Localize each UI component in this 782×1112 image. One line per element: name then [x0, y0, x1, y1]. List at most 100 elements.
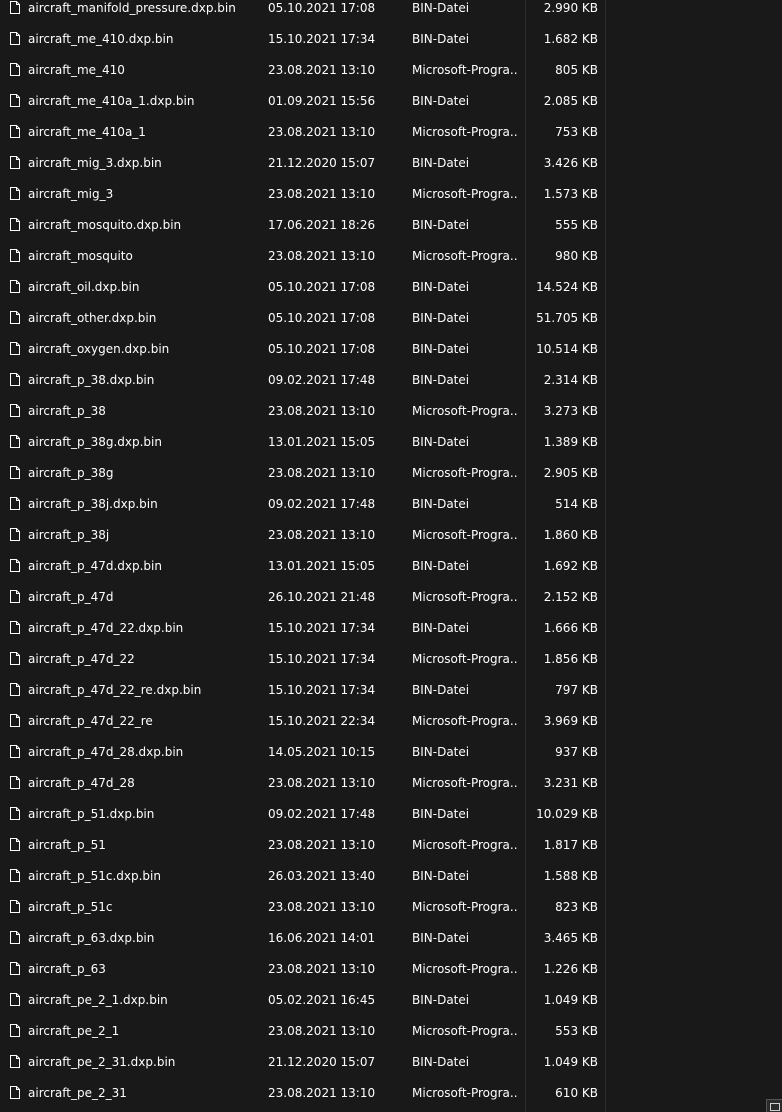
file-row[interactable]: aircraft_p_47d_28 23.08.2021 13:10 Micro… — [0, 771, 782, 802]
file-row[interactable]: aircraft_p_47d_22 15.10.2021 17:34 Micro… — [0, 647, 782, 678]
file-row[interactable]: aircraft_p_47d_28.dxp.bin 14.05.2021 10:… — [0, 740, 782, 771]
file-row[interactable]: aircraft_p_63 23.08.2021 13:10 Microsoft… — [0, 957, 782, 988]
file-icon — [10, 714, 20, 727]
file-type: BIN-Datei — [412, 32, 470, 46]
file-row[interactable]: aircraft_p_47d 26.10.2021 21:48 Microsof… — [0, 585, 782, 616]
file-size: 1.856 KB — [543, 652, 598, 666]
file-size: 2.085 KB — [543, 94, 598, 108]
file-row[interactable]: aircraft_pe_2_31 23.08.2021 13:10 Micros… — [0, 1081, 782, 1112]
file-date: 15.10.2021 17:34 — [268, 32, 376, 46]
file-size: 10.514 KB — [536, 342, 598, 356]
file-icon — [10, 807, 20, 820]
file-type: Microsoft-Progra... — [412, 652, 518, 666]
file-row[interactable]: aircraft_p_38 23.08.2021 13:10 Microsoft… — [0, 399, 782, 430]
file-size: 1.389 KB — [543, 435, 598, 449]
file-row[interactable]: aircraft_p_47d_22_re 15.10.2021 22:34 Mi… — [0, 709, 782, 740]
file-size: 1.682 KB — [543, 32, 598, 46]
file-icon — [10, 621, 20, 634]
file-icon — [10, 838, 20, 851]
file-icon — [10, 280, 20, 293]
file-date: 23.08.2021 13:10 — [268, 249, 376, 263]
file-icon — [10, 435, 20, 448]
file-name: aircraft_pe_2_1.dxp.bin — [28, 993, 168, 1007]
file-icon — [10, 156, 20, 169]
file-type: Microsoft-Progra... — [412, 187, 518, 201]
file-row[interactable]: aircraft_p_47d.dxp.bin 13.01.2021 15:05 … — [0, 554, 782, 585]
file-type: Microsoft-Progra... — [412, 249, 518, 263]
file-date: 05.10.2021 17:08 — [268, 280, 376, 294]
file-icon — [10, 404, 20, 417]
file-row[interactable]: aircraft_me_410a_1 23.08.2021 13:10 Micr… — [0, 120, 782, 151]
file-name: aircraft_pe_2_31.dxp.bin — [28, 1055, 176, 1069]
file-row[interactable]: aircraft_p_51 23.08.2021 13:10 Microsoft… — [0, 833, 782, 864]
file-icon — [10, 900, 20, 913]
file-row[interactable]: aircraft_p_38j.dxp.bin 09.02.2021 17:48 … — [0, 492, 782, 523]
file-size: 797 KB — [555, 683, 598, 697]
file-row[interactable]: aircraft_mosquito.dxp.bin 17.06.2021 18:… — [0, 213, 782, 244]
file-row[interactable]: aircraft_p_38g 23.08.2021 13:10 Microsof… — [0, 461, 782, 492]
file-date: 23.08.2021 13:10 — [268, 900, 376, 914]
file-name: aircraft_p_47d_22_re.dxp.bin — [28, 683, 202, 697]
file-size: 3.231 KB — [543, 776, 598, 790]
file-row[interactable]: aircraft_me_410 23.08.2021 13:10 Microso… — [0, 58, 782, 89]
file-name: aircraft_p_38 — [28, 404, 106, 418]
file-date: 23.08.2021 13:10 — [268, 1086, 376, 1100]
file-icon — [10, 63, 20, 76]
file-row[interactable]: aircraft_p_51c.dxp.bin 26.03.2021 13:40 … — [0, 864, 782, 895]
file-row[interactable]: aircraft_oxygen.dxp.bin 05.10.2021 17:08… — [0, 337, 782, 368]
file-date: 13.01.2021 15:05 — [268, 559, 376, 573]
file-name: aircraft_p_47d.dxp.bin — [28, 559, 162, 573]
file-row[interactable]: aircraft_p_47d_22.dxp.bin 15.10.2021 17:… — [0, 616, 782, 647]
file-date: 15.10.2021 17:34 — [268, 683, 376, 697]
file-date: 01.09.2021 15:56 — [268, 94, 376, 108]
file-type: BIN-Datei — [412, 218, 470, 232]
file-icon — [10, 1086, 20, 1099]
file-row[interactable]: aircraft_pe_2_1 23.08.2021 13:10 Microso… — [0, 1019, 782, 1050]
file-row[interactable]: aircraft_p_47d_22_re.dxp.bin 15.10.2021 … — [0, 678, 782, 709]
file-row[interactable]: aircraft_pe_2_1.dxp.bin 05.02.2021 16:45… — [0, 988, 782, 1019]
file-type: BIN-Datei — [412, 683, 470, 697]
file-size: 1.226 KB — [543, 962, 598, 976]
file-row[interactable]: aircraft_mig_3.dxp.bin 21.12.2020 15:07 … — [0, 151, 782, 182]
file-date: 09.02.2021 17:48 — [268, 373, 376, 387]
file-date: 21.12.2020 15:07 — [268, 156, 376, 170]
file-date: 15.10.2021 17:34 — [268, 621, 376, 635]
file-date: 21.12.2020 15:07 — [268, 1055, 376, 1069]
file-type: Microsoft-Progra... — [412, 962, 518, 976]
file-type: BIN-Datei — [412, 1055, 470, 1069]
file-row[interactable]: aircraft_p_38.dxp.bin 09.02.2021 17:48 B… — [0, 368, 782, 399]
file-row[interactable]: aircraft_other.dxp.bin 05.10.2021 17:08 … — [0, 306, 782, 337]
file-name: aircraft_p_47d — [28, 590, 114, 604]
file-type: Microsoft-Progra... — [412, 838, 518, 852]
file-row[interactable]: aircraft_p_38j 23.08.2021 13:10 Microsof… — [0, 523, 782, 554]
file-row[interactable]: aircraft_me_410.dxp.bin 15.10.2021 17:34… — [0, 27, 782, 58]
file-type: BIN-Datei — [412, 559, 470, 573]
file-icon — [10, 590, 20, 603]
file-icon — [10, 931, 20, 944]
file-row[interactable]: aircraft_mosquito 23.08.2021 13:10 Micro… — [0, 244, 782, 275]
file-list: aircraft_manifold_pressure.dxp.bin 05.10… — [0, 0, 782, 1112]
file-size: 980 KB — [555, 249, 598, 263]
file-row[interactable]: aircraft_oil.dxp.bin 05.10.2021 17:08 BI… — [0, 275, 782, 306]
file-name: aircraft_mosquito — [28, 249, 133, 263]
file-date: 05.02.2021 16:45 — [268, 993, 376, 1007]
file-row[interactable]: aircraft_me_410a_1.dxp.bin 01.09.2021 15… — [0, 89, 782, 120]
file-icon — [10, 1024, 20, 1037]
file-name: aircraft_p_47d_22.dxp.bin — [28, 621, 184, 635]
file-row[interactable]: aircraft_p_63.dxp.bin 16.06.2021 14:01 B… — [0, 926, 782, 957]
file-size: 1.692 KB — [543, 559, 598, 573]
file-date: 26.10.2021 21:48 — [268, 590, 376, 604]
file-row[interactable]: aircraft_mig_3 23.08.2021 13:10 Microsof… — [0, 182, 782, 213]
file-name: aircraft_mig_3 — [28, 187, 114, 201]
file-row[interactable]: aircraft_p_51c 23.08.2021 13:10 Microsof… — [0, 895, 782, 926]
file-name: aircraft_oxygen.dxp.bin — [28, 342, 170, 356]
file-name: aircraft_mig_3.dxp.bin — [28, 156, 162, 170]
file-row[interactable]: aircraft_p_38g.dxp.bin 13.01.2021 15:05 … — [0, 430, 782, 461]
file-date: 23.08.2021 13:10 — [268, 187, 376, 201]
file-name: aircraft_p_51c.dxp.bin — [28, 869, 161, 883]
file-row[interactable]: aircraft_p_51.dxp.bin 09.02.2021 17:48 B… — [0, 802, 782, 833]
file-size: 805 KB — [555, 63, 598, 77]
file-icon — [10, 218, 20, 231]
file-row[interactable]: aircraft_pe_2_31.dxp.bin 21.12.2020 15:0… — [0, 1050, 782, 1081]
file-row[interactable]: aircraft_manifold_pressure.dxp.bin 05.10… — [0, 0, 782, 27]
